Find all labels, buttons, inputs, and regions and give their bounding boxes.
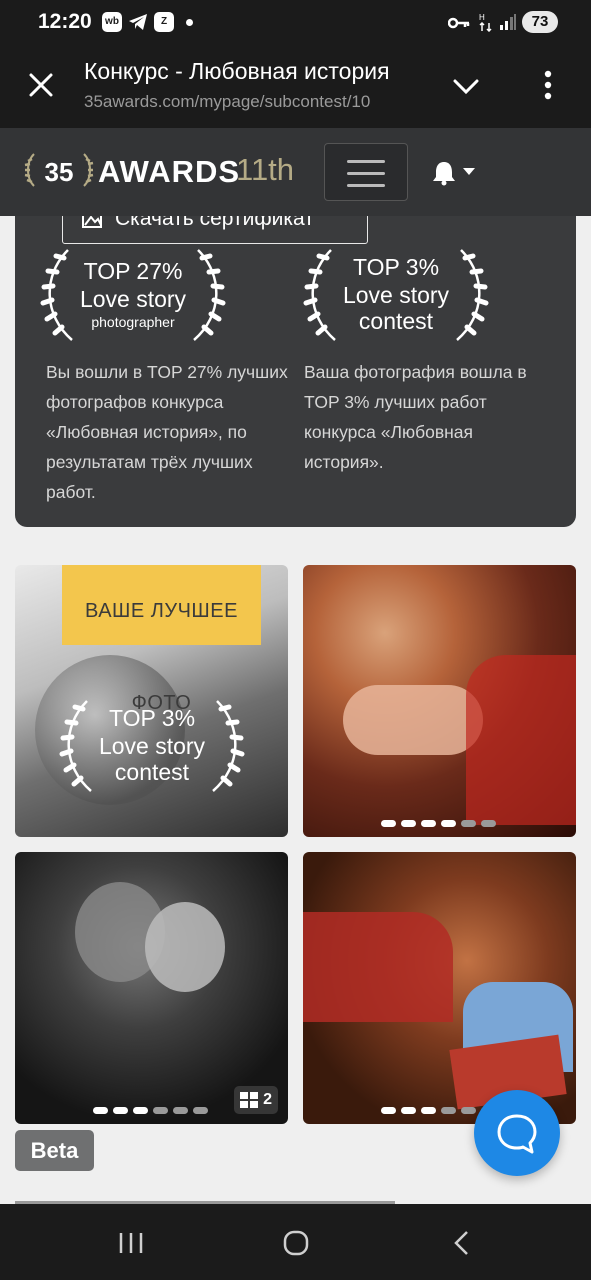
chat-button[interactable] [474, 1090, 560, 1176]
home-icon[interactable] [283, 1230, 309, 1260]
browser-toolbar: Конкурс - Любовная история 35awards.com/… [0, 44, 591, 128]
carousel-dots [381, 820, 496, 827]
back-icon[interactable] [452, 1230, 470, 1260]
beta-badge: Beta [15, 1130, 94, 1171]
photo-count-badge: 2 [234, 1086, 278, 1114]
zen-icon: Z [154, 12, 174, 32]
photo-tile-reading[interactable] [303, 852, 576, 1124]
svg-text:35: 35 [45, 157, 74, 187]
badge-top-label: TOP 3% [352, 254, 440, 280]
badge-top-label: TOP 27% [83, 258, 183, 284]
photo-tile-father[interactable]: 2 [15, 852, 288, 1124]
site-header: 35 [0, 128, 591, 216]
image-icon [81, 216, 103, 235]
system-nav-bar [0, 1204, 591, 1280]
vpn-key-icon [447, 15, 470, 34]
brand-name[interactable]: AWARDS [98, 154, 240, 190]
badge-type-label: contest [114, 759, 190, 785]
badge-description: Вы вошли в TOP 27% лучших фотографов кон… [46, 362, 288, 502]
data-arrows-icon: H [479, 12, 493, 36]
close-icon[interactable] [28, 72, 54, 102]
photo-sweater [303, 912, 453, 1022]
grid-icon [240, 1092, 259, 1108]
awards-logo-icon[interactable]: 35 [24, 148, 94, 196]
bell-icon[interactable] [432, 160, 478, 190]
badge-description: Ваша фотография вошла в TOP 3% лучших ра… [304, 362, 527, 472]
battery-indicator: 73 [522, 11, 558, 33]
hamburger-icon [347, 160, 385, 163]
signal-icon [499, 13, 517, 35]
recents-icon[interactable] [118, 1232, 144, 1258]
carousel-dots [93, 1107, 208, 1114]
photo-count: 2 [263, 1091, 272, 1108]
page-url[interactable]: 35awards.com/mypage/subcontest/10 [84, 92, 420, 112]
chat-icon [497, 1114, 537, 1154]
photo-tile-best[interactable]: ВАШЕ ЛУЧШЕЕ ФОТО TOP 3% Love story conte… [15, 565, 288, 837]
telegram-icon [128, 13, 148, 35]
download-certificate-button[interactable]: Скачать сертификат [62, 216, 368, 244]
top3-badge: TOP 3% Love story contest [301, 246, 491, 346]
main-content: Скачать сертификат TOP 27% Love story ph… [0, 216, 591, 1204]
photo-hands [343, 685, 483, 755]
brand-edition: 11th [236, 152, 295, 187]
top27-badge: TOP 27% Love story photographer [38, 246, 228, 346]
download-certificate-label: Скачать сертификат [115, 216, 314, 230]
status-bar: 12:20 wb Z H 73 [0, 0, 591, 44]
menu-button[interactable] [324, 143, 408, 201]
page-title: Конкурс - Любовная история [84, 58, 390, 84]
badge-top-label: TOP 3% [108, 705, 196, 731]
photo-sweater [466, 655, 576, 825]
top3-contest-badge: TOP 3% Love story contest [57, 697, 247, 797]
results-card: Скачать сертификат TOP 27% Love story ph… [15, 216, 576, 527]
photo-face [145, 902, 225, 992]
notification-dot [186, 19, 193, 26]
chevron-down-icon[interactable] [453, 78, 479, 100]
svg-text:H: H [479, 13, 485, 22]
badge-type-label: contest [358, 308, 434, 334]
photo-tile-hands[interactable] [303, 565, 576, 837]
more-menu-icon[interactable] [543, 70, 553, 104]
badge-category-label: Love story [342, 282, 450, 308]
status-time: 12:20 [38, 10, 92, 33]
best-photo-label: ВАШЕ ЛУЧШЕЕ ФОТО [62, 565, 261, 714]
badge-category-label: Love story [98, 733, 206, 759]
badge-type-label: photographer [91, 314, 175, 330]
badge-category-label: Love story [79, 286, 187, 312]
wildberries-icon: wb [102, 12, 122, 32]
